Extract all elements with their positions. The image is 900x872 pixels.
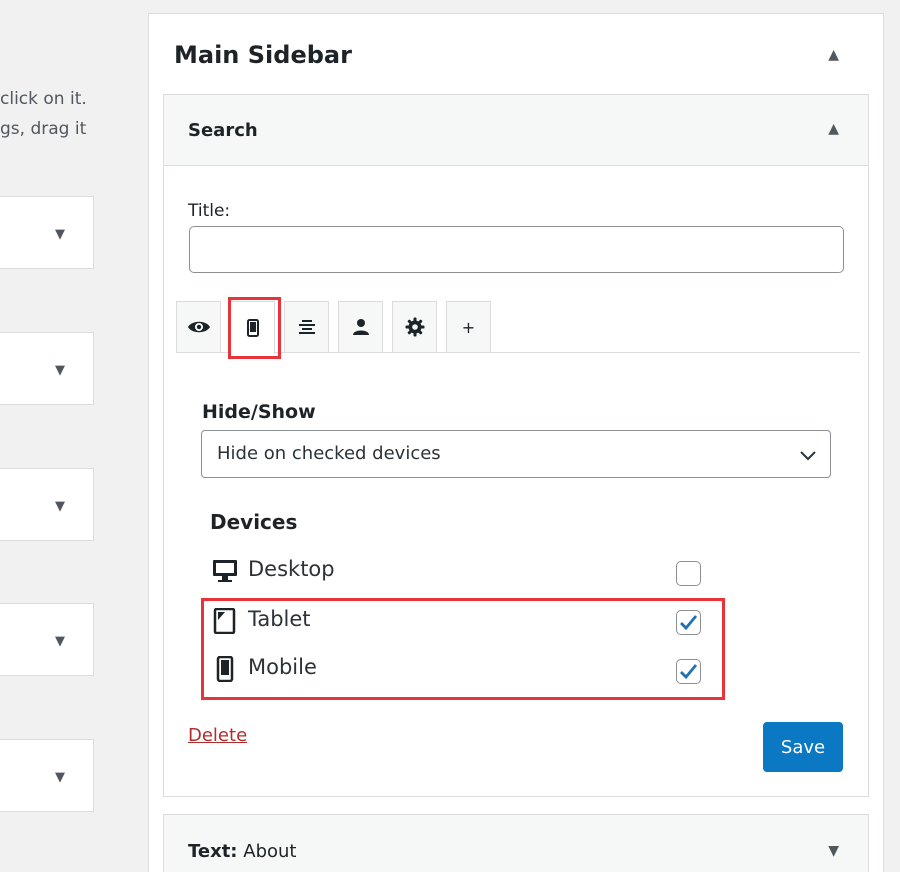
device-label-desktop: Desktop xyxy=(248,557,335,581)
devices-tab-highlight xyxy=(228,297,281,359)
available-widget-4[interactable]: ▼ xyxy=(0,603,94,676)
available-widget-1[interactable]: ▼ xyxy=(0,196,94,269)
chevron-down-icon xyxy=(800,451,816,461)
chevron-down-icon[interactable]: ▼ xyxy=(55,770,65,785)
title-input[interactable] xyxy=(189,226,844,273)
search-widget-title: Search xyxy=(188,120,258,141)
desktop-icon xyxy=(213,560,237,582)
user-icon xyxy=(352,319,369,335)
devices-label: Devices xyxy=(210,510,298,534)
save-button[interactable]: Save xyxy=(763,722,843,772)
search-widget-header[interactable]: Search ▲ xyxy=(164,95,868,166)
hide-show-select[interactable]: Hide on checked devices xyxy=(201,430,831,478)
chevron-down-icon[interactable]: ▼ xyxy=(55,499,65,514)
search-widget-collapse-icon[interactable]: ▲ xyxy=(828,121,839,137)
gear-icon xyxy=(405,317,424,337)
text-widget-expand-icon[interactable]: ▼ xyxy=(828,843,839,859)
devices-highlight xyxy=(201,598,725,700)
main-sidebar-panel: Main Sidebar ▲ Search ▲ Title: + Hide/Sh… xyxy=(148,13,884,872)
hide-show-label: Hide/Show xyxy=(202,401,316,423)
available-widget-2[interactable]: ▼ xyxy=(0,332,94,405)
tab-user-roles[interactable] xyxy=(338,301,383,352)
plus-icon: + xyxy=(461,317,476,337)
eye-icon xyxy=(187,321,210,333)
hide-show-value: Hide on checked devices xyxy=(217,443,441,464)
text-about-widget[interactable]: Text: About ▼ xyxy=(163,814,869,872)
text-widget-name: About xyxy=(243,841,297,862)
help-line-2: gs, drag it xyxy=(0,119,87,139)
available-widget-5[interactable]: ▼ xyxy=(0,739,94,812)
desktop-checkbox[interactable] xyxy=(676,561,701,586)
text-widget-prefix: Text: xyxy=(188,841,238,862)
chevron-down-icon[interactable]: ▼ xyxy=(55,634,65,649)
sidebar-title: Main Sidebar xyxy=(174,41,352,69)
sidebar-collapse-icon[interactable]: ▲ xyxy=(828,47,839,63)
tab-visibility[interactable] xyxy=(176,301,221,352)
tab-alignment[interactable] xyxy=(284,301,329,352)
title-label: Title: xyxy=(188,201,231,221)
chevron-down-icon[interactable]: ▼ xyxy=(55,227,65,242)
chevron-down-icon[interactable]: ▼ xyxy=(55,363,65,378)
tab-settings[interactable] xyxy=(392,301,437,352)
align-icon xyxy=(298,320,315,334)
available-widget-3[interactable]: ▼ xyxy=(0,468,94,541)
delete-link[interactable]: Delete xyxy=(188,725,247,746)
widgets-help-text: click on it. gs, drag it xyxy=(0,84,87,144)
device-row-desktop: Desktop xyxy=(212,555,712,587)
text-widget-title: Text: About xyxy=(188,841,296,862)
tab-more[interactable]: + xyxy=(446,301,491,352)
help-line-1: click on it. xyxy=(0,89,87,109)
search-widget: Search ▲ Title: + Hide/Show Hide on chec… xyxy=(163,94,869,797)
